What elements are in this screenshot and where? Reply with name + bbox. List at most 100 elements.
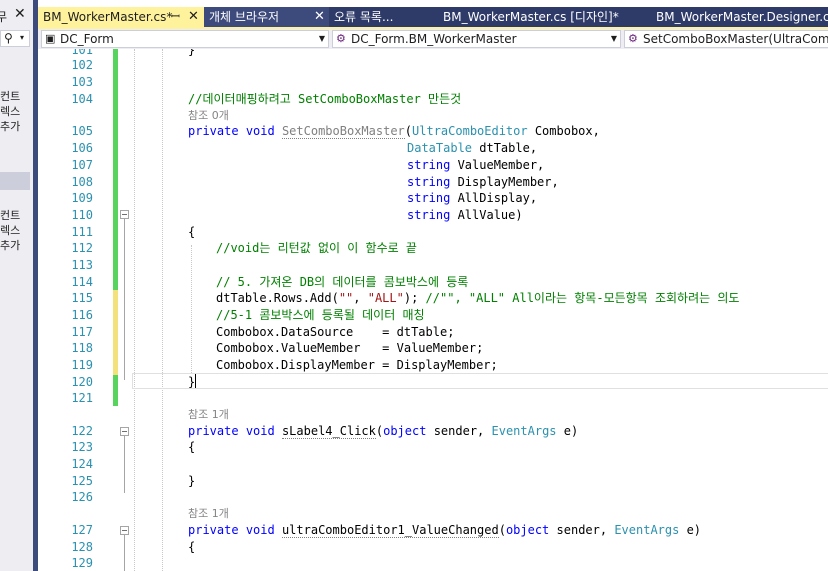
tab-error-list[interactable]: 오류 목록... (329, 7, 437, 28)
line-number: 115 (71, 291, 93, 305)
line-number: 105 (71, 124, 93, 138)
code-line-105: private void SetComboBoxMaster(UltraComb… (188, 124, 600, 139)
line-number: 123 (71, 440, 93, 454)
chevron-down-icon[interactable]: ▼ (319, 31, 325, 47)
code-line-111: { (188, 225, 196, 239)
close-icon[interactable]: ✕ (314, 7, 325, 27)
class-icon: ⚙ (336, 32, 346, 45)
line-number: 112 (71, 241, 93, 255)
collapse-icon[interactable] (120, 427, 129, 436)
code-line-127: private void ultraComboEditor1_ValueChan… (188, 523, 702, 538)
codelens-references[interactable]: 참조 1개 (188, 408, 229, 422)
panel-item[interactable]: 추가 (0, 238, 20, 253)
code-line-116: //5-1 콤보박스에 등록될 데이터 매칭 (216, 308, 425, 322)
codelens-references[interactable]: 참조 1개 (188, 507, 229, 521)
tab-bm-workermaster-cs[interactable]: BM_WorkerMaster.cs* ꟷ ✕ (38, 7, 204, 28)
line-number: 107 (71, 158, 93, 172)
line-number: 108 (71, 175, 93, 189)
code-line-114: // 5. 가져온 DB의 데이터를 콤보박스에 등록 (216, 275, 469, 289)
change-marker-saved (113, 49, 118, 314)
code-line-117: Combobox.DataSource = dtTable; (216, 325, 455, 339)
csharp-project-icon: ▣ (45, 32, 56, 45)
line-number: 125 (71, 474, 93, 488)
code-line-112: //void는 리턴값 없이 이 함수로 끝 (216, 241, 417, 255)
collapse-icon[interactable] (120, 526, 129, 535)
code-line-125: } (188, 474, 196, 488)
panel-title: 무 (0, 10, 8, 24)
code-line-123: { (188, 440, 196, 454)
panel-item[interactable]: 추가 (0, 119, 20, 134)
tab-object-browser[interactable]: 개체 브라우저 ✕ (204, 7, 329, 28)
chevron-down-icon[interactable]: ▾ (20, 33, 24, 42)
panel-item[interactable]: 렉스 (0, 104, 20, 119)
fold-guide (124, 436, 125, 493)
code-line-118: Combobox.ValueMember = ValueMember; (216, 341, 484, 355)
line-number: 114 (71, 275, 93, 289)
tab-designer[interactable]: BM_WorkerMaster.cs [디자인]* (438, 7, 650, 28)
code-line-122: private void sLabel4_Click(object sender… (188, 424, 579, 439)
type-dropdown[interactable]: ⚙ DC_Form.BM_WorkerMaster ▼ (332, 30, 621, 48)
project-label: DC_Form (60, 32, 114, 46)
indent-guide (134, 49, 135, 571)
indent-guide (191, 245, 192, 373)
tab-label: BM_WorkerMaster.Designer.cs (656, 10, 828, 24)
fold-guide (124, 535, 125, 571)
solution-explorer-panel: 무 ✕ ⚲ ▾ 컨트 렉스 추가 컨트 렉스 추가 (0, 0, 33, 571)
line-number: 116 (71, 308, 93, 322)
change-marker-unsaved (113, 290, 118, 375)
code-editor[interactable]: 101 102 103 104 105 106 107 108 109 110 … (38, 49, 828, 571)
indent-guide (162, 49, 163, 571)
line-number: 118 (71, 341, 93, 355)
line-number: 119 (71, 358, 93, 372)
code-line-101: } (188, 49, 196, 57)
line-number: 111 (71, 225, 93, 239)
code-line-106: DataTable dtTable, (407, 141, 538, 155)
panel-selected-row[interactable] (0, 172, 30, 190)
line-number: 128 (71, 540, 93, 554)
panel-header: 무 ✕ (0, 6, 33, 27)
tab-label: 개체 브라우저 (209, 10, 280, 24)
line-number: 106 (71, 141, 93, 155)
line-number: 102 (71, 58, 93, 72)
panel-search-input[interactable]: ⚲ ▾ (0, 30, 30, 47)
line-number: 127 (71, 523, 93, 537)
project-dropdown[interactable]: ▣ DC_Form ▼ (41, 30, 329, 48)
tab-label: BM_WorkerMaster.cs [디자인]* (443, 10, 619, 24)
code-line-110: string AllValue) (407, 208, 523, 222)
pin-icon[interactable]: ꟷ (171, 7, 180, 27)
codelens-references[interactable]: 참조 0개 (188, 109, 229, 123)
fold-guide (124, 219, 125, 380)
type-label: DC_Form.BM_WorkerMaster (351, 32, 517, 46)
collapse-icon[interactable] (120, 210, 129, 219)
tab-label: 오류 목록... (334, 10, 394, 24)
document-tab-bar: BM_WorkerMaster.cs* ꟷ ✕ 개체 브라우저 ✕ 오류 목록.… (38, 7, 828, 28)
line-number: 103 (71, 75, 93, 89)
code-line-104: //데이터매핑하려고 SetComboBoxMaster 만든것 (188, 92, 462, 106)
code-line-107: string ValueMember, (407, 158, 545, 172)
navigation-bar: ▣ DC_Form ▼ ⚙ DC_Form.BM_WorkerMaster ▼ … (38, 29, 828, 49)
method-icon: ⚙ (628, 32, 638, 45)
panel-item[interactable]: 컨트 (0, 208, 20, 223)
search-icon: ⚲ (4, 31, 13, 45)
code-line-128: { (188, 540, 196, 554)
close-icon[interactable]: ✕ (14, 6, 26, 22)
code-line-109: string AllDisplay, (407, 191, 538, 205)
line-number: 126 (71, 490, 93, 504)
line-number: 110 (71, 208, 93, 222)
code-line-108: string DisplayMember, (407, 175, 559, 189)
chevron-down-icon[interactable]: ▼ (611, 31, 617, 47)
line-number: 104 (71, 92, 93, 106)
tab-designer-cs[interactable]: BM_WorkerMaster.Designer.cs (651, 7, 828, 28)
current-line-highlight (132, 373, 828, 389)
member-dropdown[interactable]: ⚙ SetComboBoxMaster(UltraComboEditor (624, 30, 828, 48)
line-number: 124 (71, 457, 93, 471)
panel-item[interactable]: 렉스 (0, 223, 20, 238)
line-number: 113 (71, 258, 93, 272)
line-number: 129 (71, 556, 93, 570)
change-marker-saved (113, 375, 118, 406)
close-icon[interactable]: ✕ (188, 7, 199, 27)
tab-label: BM_WorkerMaster.cs* (43, 10, 173, 24)
code-line-115: dtTable.Rows.Add("", "ALL"); //"", "ALL"… (216, 291, 740, 305)
code-line-119: Combobox.DisplayMember = DisplayMember; (216, 358, 498, 372)
panel-item[interactable]: 컨트 (0, 89, 20, 104)
